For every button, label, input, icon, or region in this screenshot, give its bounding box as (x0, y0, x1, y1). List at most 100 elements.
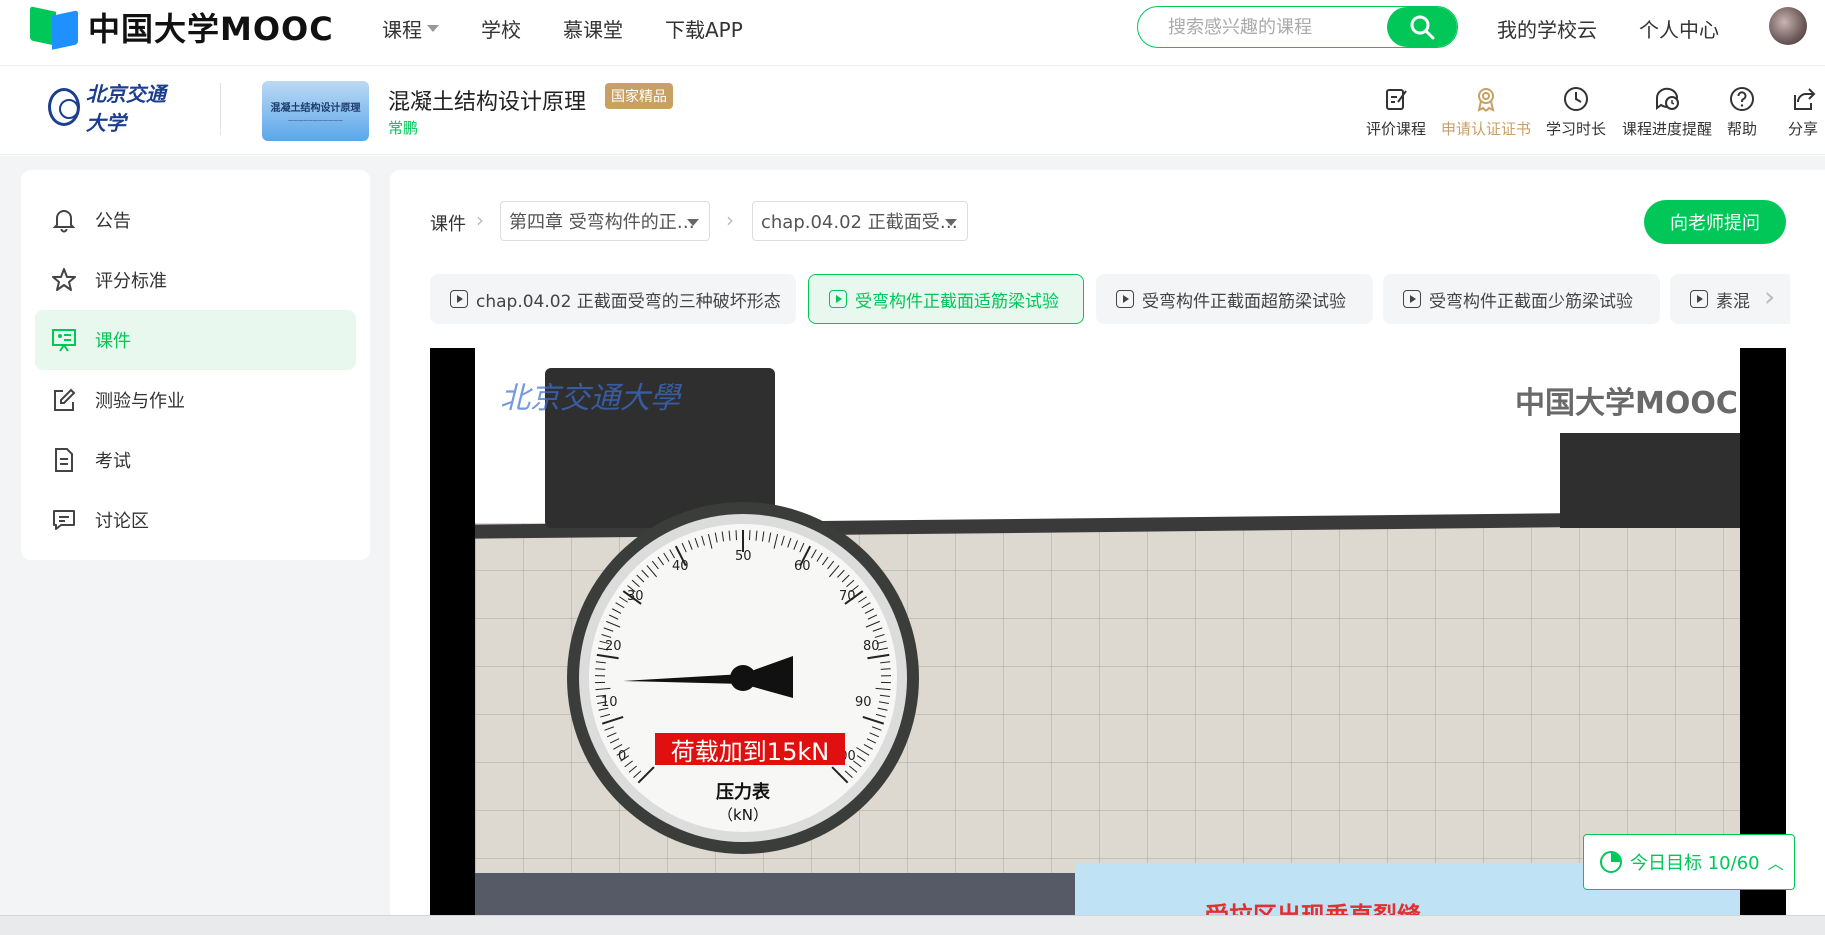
gauge-tick-label: 50 (735, 549, 752, 564)
rate-course-button[interactable]: 评价课程 (1366, 85, 1426, 139)
school-seal-icon (48, 88, 80, 126)
clock-icon (1564, 87, 1588, 111)
gauge-tick-label: 0 (618, 749, 626, 764)
divider (220, 83, 221, 135)
mooc-logo-icon (30, 6, 80, 50)
search-input[interactable] (1138, 7, 1390, 47)
sidebar-item-exam[interactable]: 考试 (35, 430, 356, 490)
help-icon (1730, 87, 1754, 111)
gauge-tick-label: 30 (627, 589, 644, 604)
course-thumbnail-stripe: ——————————— (288, 117, 343, 124)
course-sidebar: 公告 评分标准 课件 测验与作业 考试 讨论区 (21, 170, 370, 560)
crack-caption: 受拉区出现垂直裂缝 (1205, 896, 1421, 915)
study-time-button[interactable]: 学习时长 (1546, 85, 1606, 139)
video-frame: 北京交通大學 中国大学MOOC 0 10 20 30 40 50 60 70 8… (475, 348, 1740, 915)
nav-courses[interactable]: 课程 (382, 14, 439, 43)
share-label: 分享 (1788, 120, 1819, 138)
sidebar-item-announcement[interactable]: 公告 (35, 190, 356, 250)
gauge-pivot (730, 665, 756, 691)
load-caption: 荷载加到15kN (655, 733, 845, 766)
presentation-icon (52, 329, 76, 352)
logo-text: 中国大学MOOC (88, 10, 334, 48)
pressure-gauge: 0 10 20 30 40 50 60 70 80 90 100 压力表 （kN… (567, 502, 919, 854)
certificate-medal-icon (1477, 88, 1495, 112)
nav-schools[interactable]: 学校 (481, 14, 521, 43)
star-icon (52, 268, 76, 291)
personal-center-link[interactable]: 个人中心 (1639, 14, 1719, 43)
gauge-tick-label: 40 (672, 559, 689, 574)
play-icon (1690, 290, 1708, 308)
search-button[interactable] (1387, 7, 1457, 47)
mooc-logo[interactable]: 中国大学MOOC (30, 6, 334, 50)
school-logo[interactable]: 北京交通大学 (48, 82, 183, 135)
chapter-select[interactable]: 第四章 受弯构件的正… (500, 201, 710, 241)
nav-mooc-classroom[interactable]: 慕课堂 (563, 14, 623, 43)
tab-lesson-3[interactable]: 受弯构件正截面超筋梁试验 (1096, 274, 1373, 324)
tab-label: 素混 (1716, 291, 1750, 312)
edit-icon (54, 388, 76, 411)
sidebar-item-grading[interactable]: 评分标准 (35, 250, 356, 310)
progress-reminder-button[interactable]: 课程进度提醒 (1622, 85, 1712, 139)
course-thumbnail[interactable]: 混凝土结构设计原理 ——————————— (262, 81, 369, 141)
ask-teacher-button[interactable]: 向老师提问 (1644, 200, 1786, 244)
gauge-tick-label: 80 (863, 639, 880, 654)
section-select[interactable]: chap.04.02 正截面受… (752, 201, 968, 241)
gauge-tick-label: 10 (601, 695, 618, 710)
search-box (1137, 6, 1458, 48)
tab-label: 受弯构件正截面超筋梁试验 (1142, 291, 1346, 312)
chat-icon (53, 510, 75, 530)
chevron-down-icon (945, 219, 957, 226)
share-icon (1794, 88, 1816, 110)
lesson-tabs: chap.04.02 正截面受弯的三种破坏形态 受弯构件正截面适筋梁试验 受弯构… (430, 274, 1790, 324)
apply-certificate-label: 申请认证证书 (1441, 120, 1532, 138)
floor (475, 873, 1075, 915)
teacher-link[interactable]: 常鹏 (388, 117, 418, 138)
bell-icon (52, 210, 76, 233)
search-icon (1410, 15, 1435, 40)
gauge-tick-label: 60 (794, 559, 811, 574)
sidebar-item-label: 评分标准 (95, 271, 167, 292)
daily-goal-widget[interactable]: 今日目标 10/60 ︿ (1583, 834, 1795, 890)
sidebar-item-discussion[interactable]: 讨论区 (35, 490, 356, 550)
progress-reminder-label: 课程进度提醒 (1622, 120, 1713, 138)
mooc-watermark: 中国大学MOOC (1515, 386, 1738, 421)
my-school-cloud-link[interactable]: 我的学校云 (1497, 14, 1597, 43)
school-name: 北京交通大学 (85, 82, 166, 135)
chevron-down-icon (427, 25, 439, 32)
progress-ring-icon (1600, 851, 1622, 873)
help-label: 帮助 (1727, 120, 1758, 138)
sidebar-item-label: 课件 (95, 331, 131, 352)
chevron-right-icon[interactable]: › (1764, 280, 1775, 313)
sidebar-item-courseware[interactable]: 课件 (35, 310, 356, 370)
video-player[interactable]: 北京交通大學 中国大学MOOC 0 10 20 30 40 50 60 70 8… (430, 348, 1786, 915)
chevron-down-icon (687, 219, 699, 226)
study-time-label: 学习时长 (1546, 120, 1607, 138)
play-icon (829, 290, 847, 308)
apply-certificate-button[interactable]: 申请认证证书 (1441, 85, 1531, 139)
tab-lesson-2[interactable]: 受弯构件正截面适筋梁试验 (808, 274, 1084, 324)
national-quality-badge: 国家精品 (605, 83, 673, 109)
breadcrumb-root: 课件 (430, 214, 466, 235)
play-icon (1116, 290, 1134, 308)
share-button[interactable]: 分享 (1788, 85, 1818, 139)
chevron-right-icon: › (726, 208, 734, 232)
courseware-content: 课件 › 第四章 受弯构件的正… › chap.04.02 正截面受… 向老师提… (390, 170, 1825, 915)
sidebar-item-label: 讨论区 (95, 511, 149, 532)
gauge-tick-label: 20 (605, 639, 622, 654)
sidebar-item-quizzes[interactable]: 测验与作业 (35, 370, 356, 430)
tab-lesson-4[interactable]: 受弯构件正截面少筋梁试验 (1383, 274, 1660, 324)
play-icon (1403, 290, 1421, 308)
play-icon (450, 290, 468, 308)
gauge-tick-label: 90 (855, 695, 872, 710)
taskbar-strip (0, 915, 1825, 935)
tab-lesson-1[interactable]: chap.04.02 正截面受弯的三种破坏形态 (430, 274, 796, 324)
chevron-right-icon: › (476, 208, 484, 232)
chapter-select-value: 第四章 受弯构件的正… (509, 212, 695, 233)
tab-label: 受弯构件正截面适筋梁试验 (855, 291, 1059, 312)
help-button[interactable]: 帮助 (1727, 85, 1757, 139)
gauge-label: 压力表 (716, 781, 771, 803)
chevron-up-icon: ︿ (1767, 854, 1784, 873)
nav-download-app[interactable]: 下载APP (665, 14, 743, 43)
avatar[interactable] (1769, 7, 1807, 45)
sidebar-item-label: 测验与作业 (95, 391, 185, 412)
